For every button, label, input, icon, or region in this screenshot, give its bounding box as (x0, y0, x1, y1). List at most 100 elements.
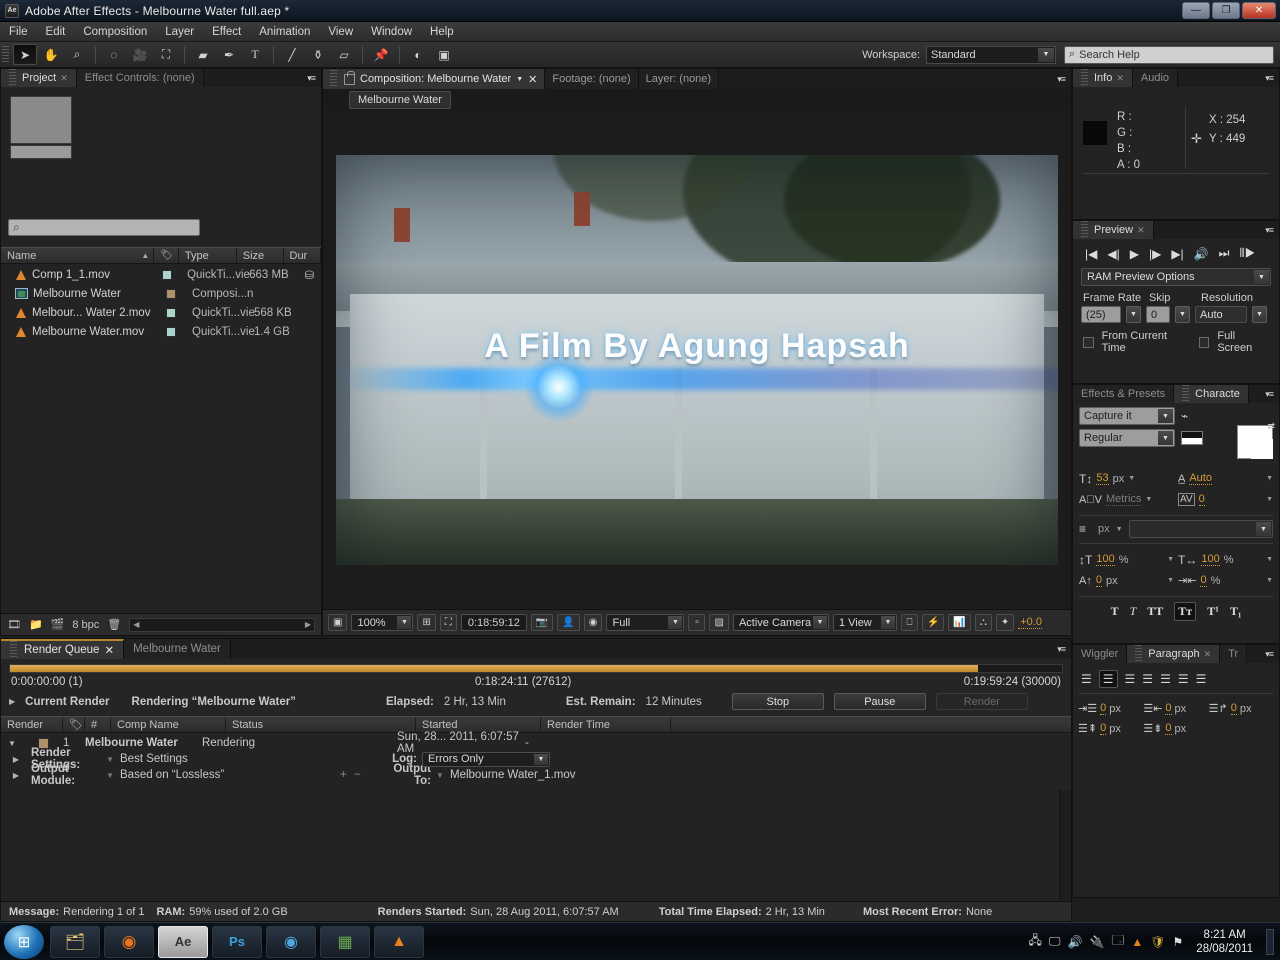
justify-last-left-icon[interactable]: ☰ (1142, 672, 1153, 686)
stop-button[interactable]: Stop (731, 693, 824, 710)
zoom-tool[interactable]: ⌕ (65, 44, 89, 65)
volume-icon[interactable]: 🔊 (1067, 935, 1082, 949)
tab-paragraph[interactable]: Paragraph ✕ (1127, 645, 1221, 663)
log-select[interactable]: Errors Only ▼ (422, 751, 550, 767)
panel-menu-icon[interactable]: ▾≡ (307, 73, 316, 84)
justify-all-icon[interactable]: ☰ (1196, 672, 1207, 686)
frame-rate-field[interactable]: (25) (1081, 306, 1121, 323)
taskbar-clock[interactable]: 8:21 AM 28/08/2011 (1190, 928, 1259, 956)
chevron-down-icon[interactable]: ▼ (1167, 556, 1174, 563)
prev-frame-icon[interactable]: ◀| (1107, 247, 1119, 261)
stroke-color-swatch[interactable] (1251, 439, 1273, 459)
paragraph-panel-menu[interactable]: ▾≡ (1247, 645, 1279, 663)
tab-effects-presets[interactable]: Effects & Presets (1073, 385, 1175, 403)
selection-tool[interactable]: ➤ (13, 44, 37, 65)
type-tool[interactable]: T (243, 44, 267, 65)
composition-name-chip[interactable]: Melbourne Water (349, 91, 451, 109)
output-to-value[interactable]: Melbourne Water_1.mov (450, 769, 576, 781)
view-layout-select[interactable]: 1 View ▼ (832, 614, 897, 631)
timeline-icon[interactable]: 📊 (948, 614, 971, 631)
project-search-input[interactable]: ⌕ (8, 219, 200, 236)
play-icon[interactable]: ▶ (1130, 247, 1139, 261)
column-duration[interactable]: Dur (284, 248, 321, 263)
render-queue-scrollbar[interactable] (1059, 790, 1071, 901)
flag-error-icon[interactable]: ⚑ (1173, 935, 1184, 949)
tab-wiggler[interactable]: Wiggler (1073, 645, 1128, 663)
tab-project[interactable]: Project ✕ (1, 69, 77, 87)
loop-icon[interactable]: ⦀▶ (1239, 246, 1255, 261)
eraser-tool[interactable]: ▱ (332, 44, 356, 65)
puppet-pin-tool[interactable]: 📌 (369, 44, 393, 65)
tracking-value[interactable]: 0 (1198, 493, 1205, 506)
project-item-row[interactable]: Melbourne Water Composi...n (1, 284, 321, 303)
stroke-fill-swatch[interactable] (1181, 431, 1203, 445)
add-output-module-icon[interactable]: + (340, 769, 354, 781)
column-started[interactable]: Started (416, 717, 541, 732)
all-caps-button[interactable]: TT (1147, 604, 1163, 619)
show-desktop-button[interactable] (1266, 928, 1274, 955)
next-frame-icon[interactable]: |▶ (1149, 247, 1161, 261)
close-icon[interactable]: ✕ (60, 73, 68, 84)
vertical-scale-value[interactable]: 100 (1096, 553, 1115, 566)
reset-exposure-icon[interactable]: ✦ (995, 614, 1015, 631)
interpret-footage-icon[interactable]: 🎬 (51, 618, 65, 631)
chevron-down-icon[interactable]: ▼ (1266, 496, 1273, 503)
close-icon[interactable]: ✕ (1137, 225, 1145, 236)
grid-guides-icon[interactable]: ⊞ (417, 614, 436, 631)
mask-tool[interactable]: ▣ (432, 44, 456, 65)
anchor-point-tool[interactable]: ⛶ (154, 44, 178, 65)
pixel-aspect-icon[interactable]: ⎕ (900, 614, 918, 631)
ram-preview-options-select[interactable]: RAM Preview Options ▼ (1081, 268, 1271, 286)
snapshot-icon[interactable]: 📷 (530, 614, 554, 631)
column-comp-name[interactable]: Comp Name (111, 717, 226, 732)
column-status[interactable]: Status (226, 717, 416, 732)
photoshop-icon[interactable]: Ps (212, 925, 262, 958)
menu-view[interactable]: View (319, 24, 362, 40)
column-size[interactable]: Size (237, 248, 284, 263)
render-button[interactable]: Render (935, 693, 1028, 710)
pause-button[interactable]: Pause (833, 693, 926, 710)
resolution-dropdown-icon[interactable]: ▼ (1252, 306, 1267, 323)
menu-effect[interactable]: Effect (203, 24, 250, 40)
usb-icon[interactable]: 🔌 (1089, 935, 1104, 949)
eyedropper-icon[interactable]: ⌁ (1181, 409, 1188, 423)
column-number[interactable]: # (85, 717, 111, 732)
panel-menu-icon[interactable]: ▾≡ (1265, 225, 1274, 236)
tsume-value[interactable]: 0 (1200, 574, 1207, 587)
rotation-tool[interactable]: ◌ (102, 44, 126, 65)
horizontal-scale-value[interactable]: 100 (1201, 553, 1220, 566)
font-style-select[interactable]: Regular ▼ (1079, 429, 1175, 447)
menu-window[interactable]: Window (362, 24, 421, 40)
chevron-down-icon[interactable]: ▼ (1145, 496, 1152, 503)
windows-explorer-icon[interactable]: 🗂 (50, 925, 100, 958)
transparency-grid-icon[interactable]: ▨ (709, 614, 729, 631)
chevron-down-icon[interactable]: ▼ (106, 755, 120, 764)
project-item-row[interactable]: Comp 1_1.mov QuickTi...vie 663 MB ⛁ (1, 265, 321, 284)
tab-info[interactable]: Info ✕ (1073, 69, 1133, 87)
ram-preview-icon[interactable]: ⏭ (1219, 246, 1230, 261)
align-left-icon[interactable]: ☰ (1081, 672, 1092, 686)
windows-start-icon[interactable]: ⊞ (4, 924, 44, 959)
minecraft-icon[interactable]: ▦ (320, 925, 370, 958)
remove-output-module-icon[interactable]: − (354, 769, 374, 781)
composition-panel-menu[interactable]: ▾≡ (719, 69, 1071, 89)
label-swatch[interactable] (161, 269, 172, 280)
expand-triangle-icon[interactable]: ▼ (1, 739, 23, 748)
panel-menu-icon[interactable]: ▾≡ (1265, 389, 1274, 400)
flowchart-icon[interactable]: ⛬ (974, 614, 992, 631)
justify-last-right-icon[interactable]: ☰ (1178, 672, 1189, 686)
pen-tool[interactable]: ✒ (217, 44, 241, 65)
current-time-display[interactable]: 0:18:59:12 (460, 614, 527, 631)
bit-depth-label[interactable]: 8 bpc (72, 619, 99, 631)
shape-tool[interactable]: ▰ (191, 44, 215, 65)
justify-last-center-icon[interactable]: ☰ (1160, 672, 1171, 686)
brush-tool[interactable]: ╱ (280, 44, 304, 65)
chevron-down-icon[interactable]: ▼ (436, 771, 450, 780)
from-current-time-checkbox[interactable] (1083, 336, 1094, 348)
resolution-select[interactable]: Full ▼ (606, 614, 685, 631)
column-label[interactable]: 🏷 (154, 248, 179, 263)
expand-triangle-icon[interactable]: ▶ (9, 697, 15, 706)
project-item-row[interactable]: Melbourne Water.mov QuickTi...vie 1.4 GB (1, 322, 321, 341)
resolution-field[interactable]: Auto (1195, 306, 1247, 323)
workspace-select[interactable]: Standard ▼ (926, 45, 1056, 64)
